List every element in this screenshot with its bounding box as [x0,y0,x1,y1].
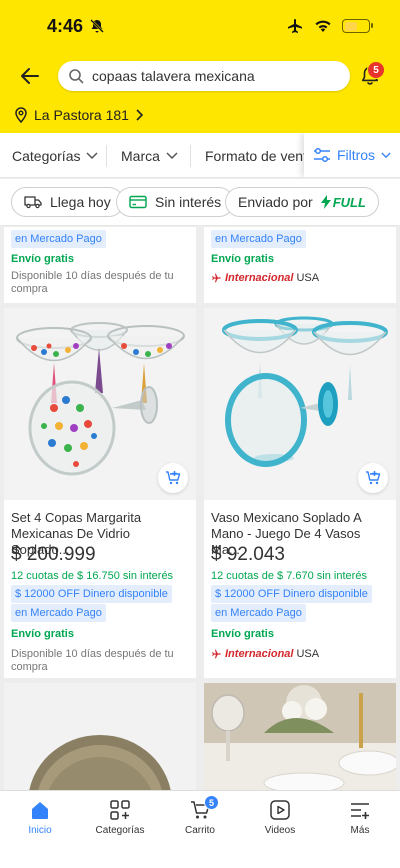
chevron-right-icon [136,109,143,121]
add-to-cart-button[interactable] [358,463,388,493]
international-label: Internacional [225,272,294,284]
search-text: copaas talavera mexicana [92,68,255,84]
wifi-icon [315,20,331,32]
promo-badge: en Mercado Pago [211,604,306,622]
divider [106,145,107,167]
home-icon [32,802,48,819]
tab-mas-label: Más [350,825,370,836]
quick-filter-chips: Llega hoy Sin interés Enviado por FULL [0,179,400,226]
chip-enviado-por-full[interactable]: Enviado por FULL [225,187,379,217]
international-label: Internacional [225,648,294,660]
chip-enviado-por-label: Enviado por [238,194,313,210]
availability-note: Disponible 10 días después de tu compra [11,648,174,673]
shipping-free: Envío gratis [11,628,74,640]
status-indicators [286,18,373,34]
categories-icon [110,800,130,820]
video-icon [270,800,290,820]
installments-info: 12 cuotas de $ 16.750 sin interés [11,570,174,582]
product-card[interactable]: Set 4 Copas Margarita Mexicanas De Vidri… [4,308,196,678]
filter-marca-label: Marca [121,148,160,164]
filter-categorias-label: Categorías [12,148,81,164]
full-badge: FULL [320,194,366,210]
filter-formato-venta[interactable]: Formato de venta [205,148,315,164]
menu-icon [351,803,369,819]
tab-videos[interactable]: Videos [240,799,320,836]
chevron-down-icon [166,152,178,160]
filtros-button[interactable]: Filtros [304,133,400,177]
location-pin-icon [15,107,27,123]
tab-inicio[interactable]: Inicio [0,799,80,836]
credit-card-icon [129,195,147,209]
back-arrow-icon[interactable] [18,64,42,88]
promo-badge: $ 12000 OFF Dinero disponible [211,585,372,603]
delivery-truck-icon [24,196,42,209]
battery-icon [342,19,373,33]
tab-carrito[interactable]: 5 Carrito [160,795,240,836]
airplane-icon [212,273,221,283]
tab-inicio-label: Inicio [28,825,52,836]
app-header: 4:46 copaas talavera mexicana 5 La Pasto… [0,0,400,133]
international-shipping: Internacional USA [211,648,319,660]
chip-sin-interes[interactable]: Sin interés [116,187,235,217]
filter-marca[interactable]: Marca [121,148,178,164]
cart-count-badge: 5 [204,795,219,810]
product-card-partial[interactable]: en Mercado Pago Envío gratis Disponible … [4,227,196,303]
tab-mas[interactable]: Más [320,799,400,836]
promo-badge: en Mercado Pago [11,604,106,622]
bottom-tab-bar: Inicio Categorías 5 Carrito Videos Más [0,790,400,868]
product-card-partial[interactable]: en Mercado Pago Envío gratis Internacion… [204,227,396,303]
installments-info: 12 cuotas de $ 7.670 sin interés [211,570,367,582]
status-time: 4:46 [47,16,84,36]
promo-badge: en Mercado Pago [11,230,106,248]
tab-videos-label: Videos [264,825,296,836]
tab-categorias-label: Categorías [95,825,145,836]
tab-carrito-label: Carrito [184,825,215,836]
location-label: La Pastora 181 [34,107,129,123]
chip-llega-hoy[interactable]: Llega hoy [11,187,124,217]
chip-sin-interes-label: Sin interés [155,194,222,210]
product-image[interactable] [4,308,196,500]
product-image[interactable] [204,308,396,500]
shipping-free: Envío gratis [211,253,274,265]
product-card-partial[interactable] [4,683,196,790]
tab-categorias[interactable]: Categorías [80,799,160,836]
promo-badge: $ 12000 OFF Dinero disponible [11,585,172,603]
airplane-icon [212,649,221,659]
divider [190,145,191,167]
add-to-cart-button[interactable] [158,463,188,493]
lightning-icon [320,195,331,209]
filtros-label: Filtros [336,147,376,163]
search-icon [69,69,84,84]
shipping-free: Envío gratis [211,628,274,640]
country-label: USA [296,272,320,284]
availability-note: Disponible 10 días después de tu compra [11,270,174,295]
plate-image [4,683,196,790]
filter-formato-label: Formato de venta [205,148,315,164]
cart-plus-icon [366,471,381,485]
filter-categorias[interactable]: Categorías [12,148,99,164]
chevron-down-icon [86,152,99,160]
product-card-partial[interactable] [204,683,396,790]
product-price: $ 200.999 [11,544,96,565]
shipping-free: Envío gratis [11,253,74,265]
product-card[interactable]: Vaso Mexicano Soplado A Mano - Juego De … [204,308,396,678]
search-input[interactable]: copaas talavera mexicana [58,61,350,91]
sliders-icon [313,147,330,163]
notification-count-badge: 5 [367,61,385,79]
table-setting-image [204,683,396,790]
cart-plus-icon [166,471,181,485]
chevron-down-icon [381,152,391,158]
full-label: FULL [332,194,366,210]
international-shipping: Internacional USA [211,272,319,284]
product-price: $ 92.043 [211,544,285,565]
silent-mode-icon [90,19,104,33]
airplane-icon [288,19,302,33]
country-label: USA [296,648,320,660]
delivery-location[interactable]: La Pastora 181 [14,107,143,123]
filter-bar: Categorías Marca Formato de venta Filtro… [0,133,400,178]
promo-badge: en Mercado Pago [211,230,306,248]
chip-llega-hoy-label: Llega hoy [50,194,111,210]
